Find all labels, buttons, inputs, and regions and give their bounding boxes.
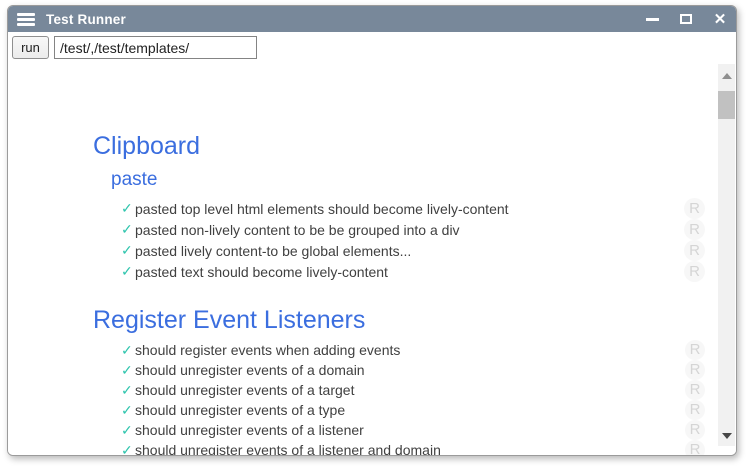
test-runner-window: Test Runner ✕ run Clipboard paste ✓ past… [7, 5, 737, 456]
rerun-test-button[interactable]: R [684, 261, 705, 282]
close-button[interactable]: ✕ [713, 11, 727, 27]
test-row: ✓ should unregister events of a listener… [121, 420, 648, 440]
window-title: Test Runner [46, 12, 126, 27]
vertical-scrollbar[interactable] [718, 64, 735, 446]
maximize-icon [680, 14, 692, 24]
minimize-button[interactable] [645, 11, 659, 27]
test-label[interactable]: should register events when adding event… [135, 342, 400, 358]
menu-icon[interactable] [17, 13, 35, 26]
test-rows: ✓ should register events when adding eve… [121, 340, 648, 455]
test-rows: ✓ pasted top level html elements should … [121, 198, 648, 282]
check-icon: ✓ [121, 242, 135, 259]
toolbar: run [8, 32, 736, 63]
check-icon: ✓ [121, 200, 135, 217]
test-label[interactable]: pasted non-lively content to be be group… [135, 222, 460, 238]
rerun-test-button[interactable]: R [685, 380, 705, 400]
rerun-test-button[interactable]: R [684, 240, 705, 261]
rerun-test-button[interactable]: R [685, 400, 705, 420]
minimize-icon [646, 18, 659, 21]
scroll-down-icon [722, 433, 732, 439]
check-icon: ✓ [121, 422, 135, 439]
test-row: ✓ pasted top level html elements should … [121, 198, 648, 219]
suite-title-register-event-listeners[interactable]: Register Event Listeners [93, 305, 648, 335]
test-row: ✓ pasted text should become lively-conte… [121, 261, 648, 282]
section-clipboard: Clipboard paste ✓ pasted top level html … [93, 131, 648, 282]
suite-subtitle-paste[interactable]: paste [111, 168, 648, 191]
test-path-input[interactable] [54, 36, 257, 59]
test-row: ✓ should unregister events of a type R [121, 400, 648, 420]
window-controls: ✕ [625, 11, 736, 27]
scroll-up-button[interactable] [718, 68, 735, 84]
scrollbar-thumb[interactable] [718, 91, 735, 119]
test-label[interactable]: pasted text should become lively-content [135, 264, 388, 280]
test-row: ✓ pasted lively content-to be global ele… [121, 240, 648, 261]
close-icon: ✕ [714, 12, 727, 27]
test-label[interactable]: should unregister events of a domain [135, 362, 365, 378]
test-label[interactable]: pasted lively content-to be global eleme… [135, 243, 411, 259]
test-list: Clipboard paste ✓ pasted top level html … [8, 63, 718, 455]
test-row: ✓ should register events when adding eve… [121, 340, 648, 360]
scroll-up-icon [722, 73, 732, 79]
check-icon: ✓ [121, 342, 135, 359]
test-label[interactable]: should unregister events of a listener a… [135, 442, 441, 455]
check-icon: ✓ [121, 362, 135, 379]
section-register-event-listeners: Register Event Listeners ✓ should regist… [93, 305, 648, 455]
suite-title-clipboard[interactable]: Clipboard [93, 131, 648, 161]
run-button[interactable]: run [12, 36, 49, 59]
test-row: ✓ should unregister events of a listener… [121, 440, 648, 455]
test-label[interactable]: pasted top level html elements should be… [135, 201, 509, 217]
scroll-down-button[interactable] [718, 428, 735, 444]
test-row: ✓ should unregister events of a target R [121, 380, 648, 400]
test-label[interactable]: should unregister events of a target [135, 382, 354, 398]
check-icon: ✓ [121, 382, 135, 399]
rerun-test-button[interactable]: R [685, 360, 705, 380]
test-row: ✓ pasted non-lively content to be be gro… [121, 219, 648, 240]
titlebar[interactable]: Test Runner ✕ [8, 6, 736, 32]
maximize-button[interactable] [679, 11, 693, 27]
rerun-test-button[interactable]: R [684, 219, 705, 240]
rerun-test-button[interactable]: R [685, 440, 705, 455]
check-icon: ✓ [121, 263, 135, 280]
rerun-test-button[interactable]: R [684, 198, 705, 219]
check-icon: ✓ [121, 221, 135, 238]
rerun-test-button[interactable]: R [685, 340, 705, 360]
test-results-pane: Clipboard paste ✓ pasted top level html … [8, 63, 736, 455]
rerun-test-button[interactable]: R [685, 420, 705, 440]
test-label[interactable]: should unregister events of a type [135, 402, 345, 418]
check-icon: ✓ [121, 402, 135, 419]
test-label[interactable]: should unregister events of a listener [135, 422, 364, 438]
check-icon: ✓ [121, 442, 135, 456]
test-row: ✓ should unregister events of a domain R [121, 360, 648, 380]
